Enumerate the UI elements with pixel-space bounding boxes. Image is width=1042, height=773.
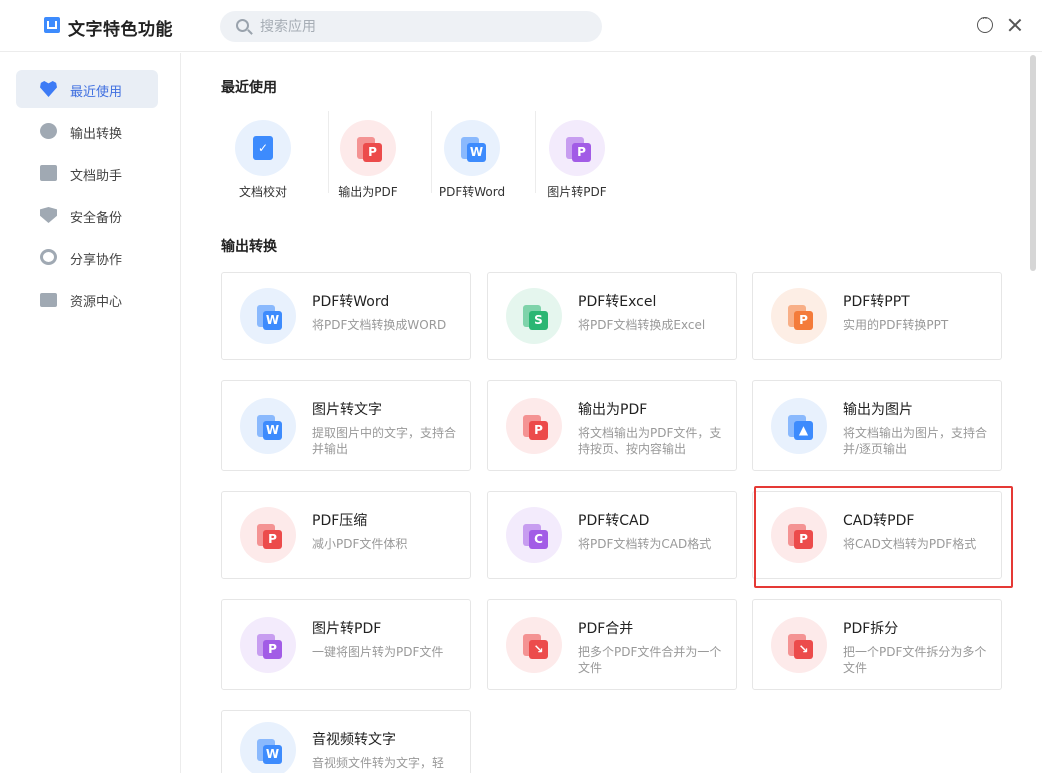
card-pdf-to-ppt[interactable]: P PDF转PPT 实用的PDF转换PPT (752, 272, 1002, 360)
sidebar-item-share[interactable]: 分享协作 (16, 238, 158, 276)
sidebar: 最近使用 输出转换 文档助手 安全备份 分享协作 资源中心 (0, 53, 181, 773)
pdf-to-excel-icon: S (506, 288, 562, 344)
card-desc: 将PDF文档转为CAD格式 (578, 537, 712, 551)
sidebar-item-label: 最近使用 (70, 85, 123, 100)
sidebar-item-recent[interactable]: 最近使用 (16, 70, 158, 108)
card-export-pdf[interactable]: P 输出为PDF 将文档输出为PDF文件，支持按页、按内容输出 (487, 380, 737, 471)
card-desc: 把多个PDF文件合并为一个文件 (578, 645, 722, 675)
card-image-to-pdf[interactable]: P 图片转PDF 一键将图片转为PDF文件 (221, 599, 471, 690)
card-title: PDF转PPT (843, 294, 910, 310)
section-title-convert: 输出转换 (221, 239, 277, 255)
section-title-recent: 最近使用 (221, 80, 277, 96)
card-pdf-split[interactable]: ↘ PDF拆分把一个PDF文件拆分为多个文件 (752, 599, 1002, 690)
recent-item-pdf-to-word[interactable]: W PDF转Word (429, 120, 519, 210)
proofread-icon: ✓ (235, 120, 291, 176)
image-to-pdf-icon: P (240, 617, 296, 673)
title-bar: 文字特色功能 (0, 0, 1042, 52)
sidebar-item-label: 资源中心 (70, 295, 123, 310)
recent-item-label: 输出为PDF (338, 185, 398, 199)
search-input[interactable] (260, 11, 590, 42)
recent-item-label: 图片转PDF (547, 185, 607, 199)
sidebar-item-label: 输出转换 (70, 127, 123, 142)
search-icon (236, 19, 249, 32)
app-title: 文字特色功能 (68, 20, 173, 40)
briefcase-icon (40, 293, 57, 307)
sidebar-item-label: 文档助手 (70, 169, 123, 184)
export-pdf-icon: P (340, 120, 396, 176)
image-to-text-icon: W (240, 398, 296, 454)
card-pdf-to-excel[interactable]: S PDF转Excel 将PDF文档转换成Excel (487, 272, 737, 360)
card-title: PDF转CAD (578, 513, 650, 529)
app-logo-icon (44, 17, 60, 33)
pdf-to-cad-icon: C (506, 507, 562, 563)
close-icon[interactable] (1007, 17, 1023, 33)
card-title: CAD转PDF (843, 513, 915, 529)
card-desc: 音视频文件转为文字，轻 (312, 756, 445, 770)
sidebar-item-security[interactable]: 安全备份 (16, 196, 158, 234)
document-icon (40, 165, 57, 181)
card-image-to-text[interactable]: W 图片转文字提取图片中的文字，支持合并输出 (221, 380, 471, 471)
card-desc: 将CAD文档转为PDF格式 (843, 537, 977, 551)
card-desc: 一键将图片转为PDF文件 (312, 645, 444, 659)
av-to-text-icon: W (240, 722, 296, 773)
main-content: 最近使用 ✓ 文档校对 P 输出为PDF W PDF转Word P 图片转PDF… (182, 53, 1028, 773)
sidebar-item-label: 分享协作 (70, 253, 123, 268)
card-desc: 把一个PDF文件拆分为多个文件 (843, 645, 987, 675)
card-desc: 提取图片中的文字，支持合并输出 (312, 426, 457, 456)
card-desc: 实用的PDF转换PPT (843, 318, 949, 332)
card-av-to-text[interactable]: W 音视频转文字音视频文件转为文字，轻 (221, 710, 471, 773)
pdf-compress-icon: P (240, 507, 296, 563)
recent-item-image-to-pdf[interactable]: P 图片转PDF (534, 120, 624, 210)
recent-item-export-pdf[interactable]: P 输出为PDF (325, 120, 415, 210)
card-pdf-to-cad[interactable]: C PDF转CAD 将PDF文档转为CAD格式 (487, 491, 737, 579)
pdf-split-icon: ↘ (771, 617, 827, 673)
card-desc: 将文档输出为图片，支持合并/逐页输出 (843, 426, 988, 456)
recent-item-label: 文档校对 (238, 185, 287, 199)
card-desc: 将文档输出为PDF文件，支持按页、按内容输出 (578, 426, 722, 456)
card-pdf-to-word[interactable]: W PDF转Word 将PDF文档转换成WORD (221, 272, 471, 360)
card-cad-to-pdf[interactable]: P CAD转PDF 将CAD文档转为PDF格式 (752, 491, 1002, 579)
sidebar-item-convert[interactable]: 输出转换 (16, 112, 158, 150)
recent-item-label: PDF转Word (438, 185, 506, 199)
card-desc: 将PDF文档转换成Excel (578, 318, 706, 332)
cad-to-pdf-icon: P (771, 507, 827, 563)
pdf-to-word-icon: W (240, 288, 296, 344)
card-title: 图片转文字 (312, 402, 382, 418)
card-title: 音视频转文字 (312, 732, 396, 748)
heart-icon (40, 81, 57, 97)
card-title: PDF转Excel (578, 294, 657, 310)
share-icon (40, 249, 57, 265)
card-title: 输出为图片 (843, 402, 913, 418)
card-title: 输出为PDF (578, 402, 648, 418)
pdf-to-word-icon: W (444, 120, 500, 176)
search-box[interactable] (220, 11, 602, 42)
card-title: 图片转PDF (312, 621, 382, 637)
card-title: PDF压缩 (312, 513, 368, 529)
pdf-to-ppt-icon: P (771, 288, 827, 344)
card-pdf-merge[interactable]: ↘ PDF合并把多个PDF文件合并为一个文件 (487, 599, 737, 690)
card-pdf-compress[interactable]: P PDF压缩减小PDF文件体积 (221, 491, 471, 579)
export-image-icon: ▲ (771, 398, 827, 454)
sidebar-item-doc-assistant[interactable]: 文档助手 (16, 154, 158, 192)
export-pdf-icon: P (506, 398, 562, 454)
pdf-merge-icon: ↘ (506, 617, 562, 673)
card-desc: 减小PDF文件体积 (312, 537, 408, 551)
feedback-icon[interactable] (977, 14, 993, 33)
card-title: PDF拆分 (843, 621, 899, 637)
card-title: PDF合并 (578, 621, 634, 637)
image-to-pdf-icon: P (549, 120, 605, 176)
scrollbar[interactable] (1030, 55, 1036, 271)
sidebar-item-resources[interactable]: 资源中心 (16, 280, 158, 318)
card-export-image[interactable]: ▲ 输出为图片将文档输出为图片，支持合并/逐页输出 (752, 380, 1002, 471)
shield-icon (40, 207, 57, 223)
sidebar-item-label: 安全备份 (70, 211, 123, 226)
card-title: PDF转Word (312, 294, 390, 310)
card-desc: 将PDF文档转换成WORD (312, 318, 447, 332)
convert-icon (40, 123, 57, 139)
recent-item-proofread[interactable]: ✓ 文档校对 (220, 120, 310, 210)
